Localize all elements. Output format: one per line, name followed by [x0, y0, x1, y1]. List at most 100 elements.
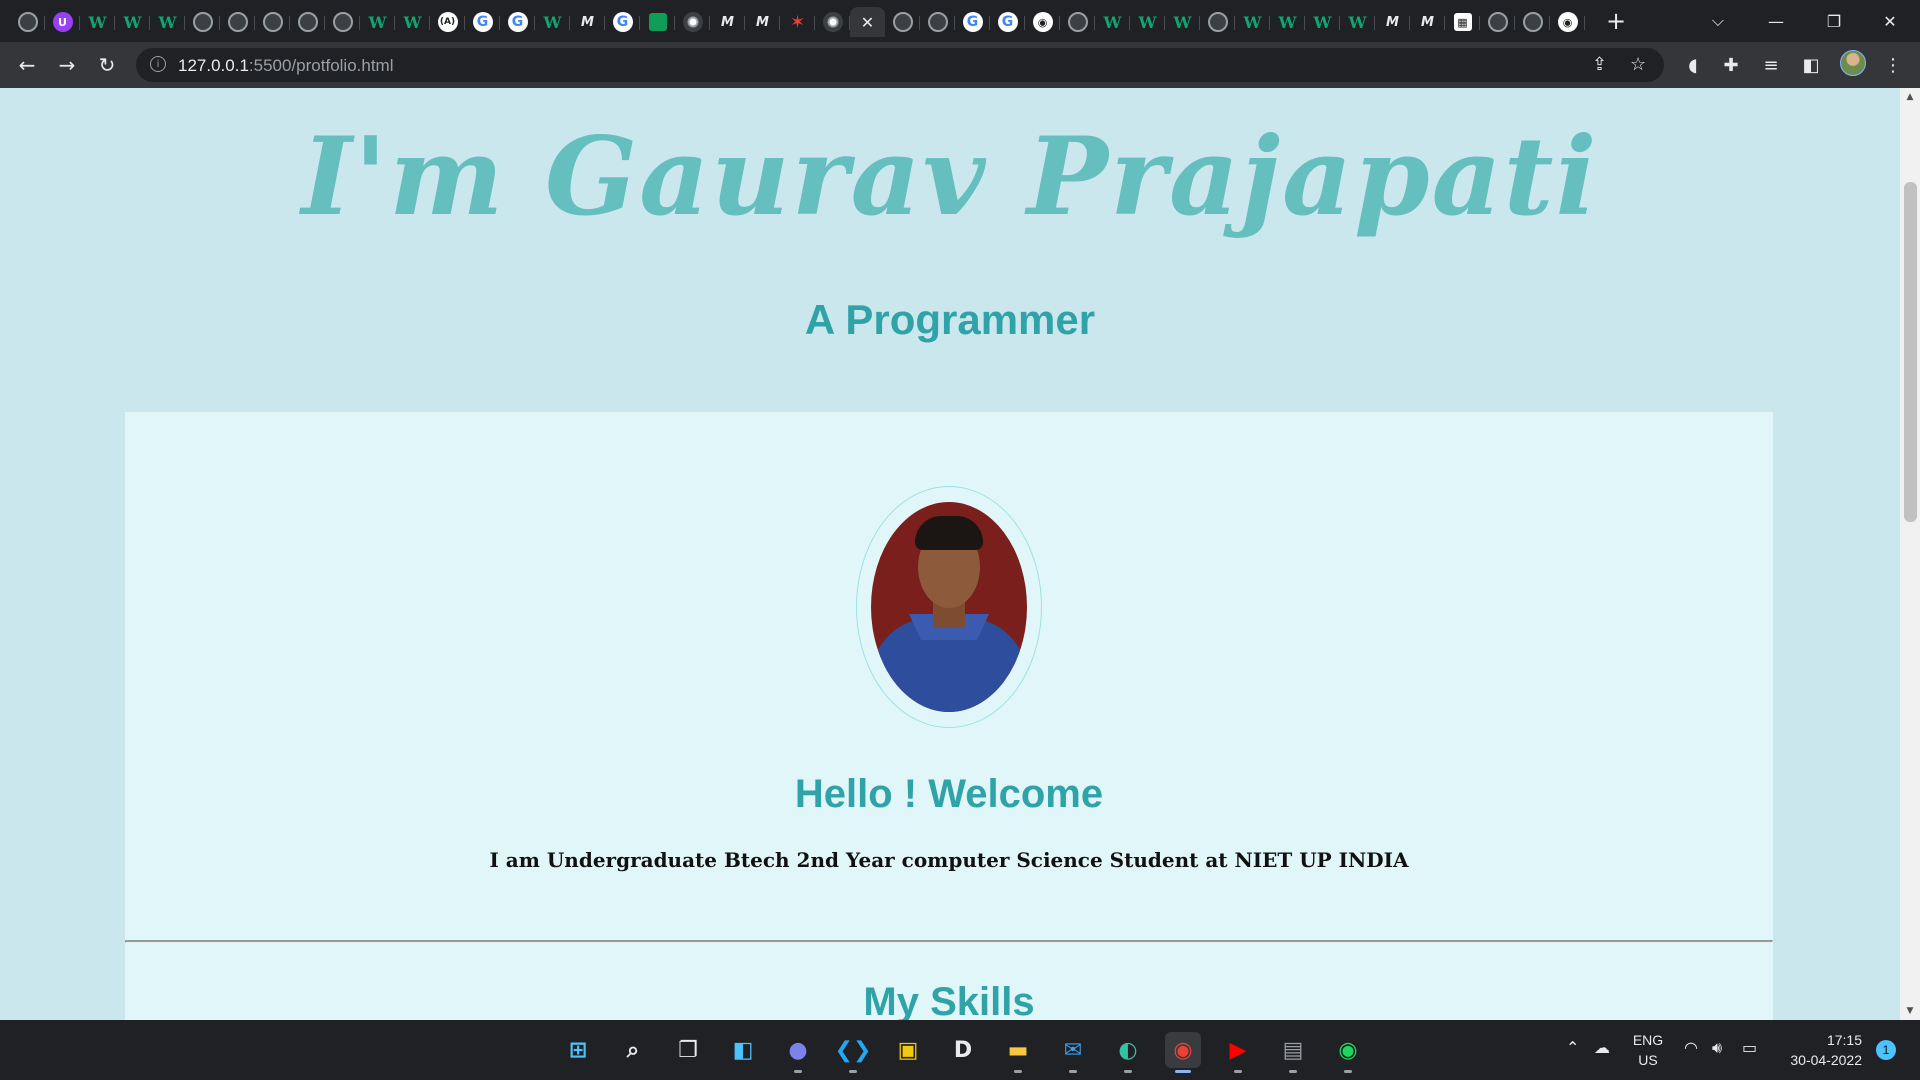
- tab[interactable]: G: [990, 7, 1025, 37]
- language-code[interactable]: ENG: [1628, 1032, 1668, 1048]
- tab[interactable]: [1200, 7, 1235, 37]
- tab[interactable]: [220, 7, 255, 37]
- taskbar-app[interactable]: ▶: [1220, 1032, 1256, 1073]
- clock-time[interactable]: 17:15: [1778, 1032, 1862, 1048]
- tab[interactable]: W: [1340, 7, 1375, 37]
- tab[interactable]: W: [1305, 7, 1340, 37]
- taskbar-app[interactable]: D: [945, 1032, 981, 1068]
- close-window-button[interactable]: ✕: [1870, 6, 1910, 36]
- scroll-up-arrow-icon[interactable]: ▲: [1905, 92, 1915, 102]
- hero-subtitle: A Programmer: [804, 296, 1096, 343]
- tab[interactable]: M: [1375, 7, 1410, 37]
- site-info-icon[interactable]: i: [150, 56, 166, 72]
- tab[interactable]: [1060, 7, 1095, 37]
- bookmark-star-icon[interactable]: ☆: [1630, 54, 1646, 75]
- tab[interactable]: [255, 7, 290, 37]
- restore-button[interactable]: ❐: [1814, 6, 1854, 36]
- taskbar-app[interactable]: ◉: [1165, 1032, 1201, 1073]
- url-host: 127.0.0.1: [178, 56, 249, 75]
- tab[interactable]: W: [535, 7, 570, 37]
- tab[interactable]: [185, 7, 220, 37]
- tab[interactable]: (A): [430, 7, 465, 37]
- tab[interactable]: [1480, 7, 1515, 37]
- page-scrollbar[interactable]: ▲ ▼: [1900, 88, 1920, 1020]
- minimize-button[interactable]: —: [1756, 6, 1796, 36]
- tab[interactable]: G: [500, 7, 535, 37]
- tab[interactable]: W: [150, 7, 185, 37]
- reload-button[interactable]: ↻: [92, 50, 122, 80]
- close-icon[interactable]: ✕: [861, 13, 874, 32]
- taskbar-app[interactable]: ▤: [1275, 1032, 1311, 1073]
- tab[interactable]: W: [1130, 7, 1165, 37]
- tab[interactable]: ◉: [1550, 7, 1585, 37]
- share-icon[interactable]: ⇪: [1592, 54, 1607, 75]
- tab[interactable]: [325, 7, 360, 37]
- taskbar-app[interactable]: ❮❯: [835, 1032, 871, 1073]
- tab[interactable]: W: [1270, 7, 1305, 37]
- section-divider: [125, 940, 1773, 943]
- tab[interactable]: U: [45, 7, 80, 37]
- volume-icon[interactable]: 🔊︎: [1712, 1038, 1722, 1058]
- tab[interactable]: W: [80, 7, 115, 37]
- taskbar-app[interactable]: ❐: [670, 1032, 706, 1068]
- taskbar-app[interactable]: ◐: [1110, 1032, 1146, 1073]
- scroll-down-arrow-icon[interactable]: ▼: [1905, 1006, 1915, 1016]
- tab[interactable]: [885, 7, 920, 37]
- tab[interactable]: W: [1235, 7, 1270, 37]
- tab[interactable]: G: [955, 7, 990, 37]
- extensions-puzzle-icon[interactable]: ✚: [1718, 52, 1744, 78]
- clock-date[interactable]: 30-04-2022: [1778, 1052, 1862, 1068]
- tab-active[interactable]: ✕: [850, 7, 885, 37]
- tab[interactable]: W: [1165, 7, 1200, 37]
- menu-kebab-icon[interactable]: ⋮: [1880, 52, 1906, 78]
- scroll-thumb[interactable]: [1904, 182, 1917, 522]
- taskbar-app[interactable]: ⊞: [560, 1032, 596, 1068]
- address-bar[interactable]: i 127.0.0.1:5500/protfolio.html ⇪ ☆: [136, 48, 1664, 82]
- tab[interactable]: [815, 7, 850, 37]
- taskbar-app[interactable]: ◉: [1330, 1032, 1366, 1073]
- onedrive-cloud-icon[interactable]: ☁: [1594, 1038, 1610, 1057]
- media-queue-icon[interactable]: ≡: [1758, 52, 1784, 78]
- tab[interactable]: G: [465, 7, 500, 37]
- taskbar-app[interactable]: ▣: [890, 1032, 926, 1068]
- taskbar-app[interactable]: ◧: [725, 1032, 761, 1068]
- tab[interactable]: [920, 7, 955, 37]
- language-region[interactable]: US: [1628, 1052, 1668, 1068]
- globe-icon: [297, 12, 318, 32]
- tab[interactable]: M: [710, 7, 745, 37]
- taskbar-app[interactable]: ✉: [1055, 1032, 1091, 1073]
- tab[interactable]: [10, 7, 45, 37]
- tab[interactable]: G: [605, 7, 640, 37]
- forward-button[interactable]: →: [52, 50, 82, 80]
- tab[interactable]: M: [1410, 7, 1445, 37]
- side-panel-icon[interactable]: ◧: [1798, 52, 1824, 78]
- profile-photo-frame: [856, 486, 1042, 728]
- taskbar-app[interactable]: ⌕: [615, 1032, 651, 1068]
- notification-badge[interactable]: 1: [1876, 1040, 1896, 1060]
- back-button[interactable]: ←: [12, 50, 42, 80]
- tab[interactable]: ◉: [1025, 7, 1060, 37]
- tab[interactable]: [1515, 7, 1550, 37]
- extension-mouse-icon[interactable]: ◖: [1680, 52, 1706, 78]
- grid-site-icon: ▦: [1453, 13, 1472, 31]
- tab[interactable]: W: [1095, 7, 1130, 37]
- tab[interactable]: [640, 7, 675, 37]
- tray-overflow-chevron-icon[interactable]: ⌃: [1566, 1038, 1579, 1057]
- url-text[interactable]: 127.0.0.1:5500/protfolio.html: [178, 56, 394, 76]
- tab[interactable]: W: [360, 7, 395, 37]
- taskbar-app[interactable]: ▬: [1000, 1032, 1036, 1073]
- new-tab-button[interactable]: +: [1602, 7, 1630, 35]
- tab[interactable]: [675, 7, 710, 37]
- profile-avatar[interactable]: [1840, 50, 1866, 76]
- wifi-icon[interactable]: ◠: [1684, 1038, 1698, 1057]
- tab[interactable]: [290, 7, 325, 37]
- tab[interactable]: W: [115, 7, 150, 37]
- tab[interactable]: ✶: [780, 7, 815, 37]
- tab-search-chevron-down-icon[interactable]: ⌵: [1698, 6, 1738, 36]
- battery-icon[interactable]: ▭: [1742, 1038, 1757, 1057]
- taskbar-app[interactable]: ●: [780, 1032, 816, 1073]
- tab[interactable]: M: [570, 7, 605, 37]
- tab[interactable]: ▦: [1445, 7, 1480, 37]
- tab[interactable]: M: [745, 7, 780, 37]
- tab[interactable]: W: [395, 7, 430, 37]
